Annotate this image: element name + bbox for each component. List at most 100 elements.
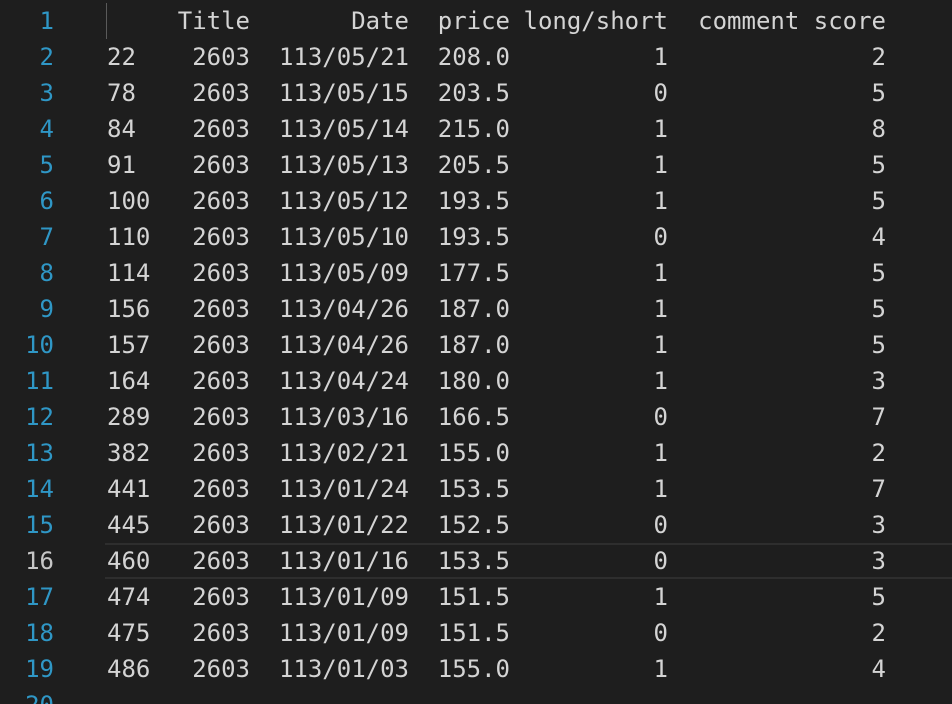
table-row[interactable]: 22 2603 113/05/21 208.0 1 2	[0, 39, 952, 75]
cell-title: 2603	[192, 619, 250, 647]
cell-date: 113/04/24	[278, 367, 409, 395]
cell-long-short: 1	[653, 475, 668, 503]
cell-index: 164	[107, 367, 151, 395]
cell-price: 205.5	[437, 151, 510, 179]
cell-index: 100	[107, 187, 151, 215]
cell-date: 113/01/09	[278, 619, 409, 647]
table-row[interactable]: 445 2603 113/01/22 152.5 0 3	[0, 507, 952, 543]
table-row[interactable]: 460 2603 113/01/16 153.5 0 3	[0, 543, 952, 579]
cell-price: 187.0	[437, 331, 510, 359]
cell-index: 84	[107, 115, 136, 143]
cell-comment-score: 7	[871, 403, 886, 431]
cell-long-short: 1	[653, 439, 668, 467]
cell-index: 441	[107, 475, 151, 503]
cell-price: 155.0	[437, 439, 510, 467]
cell-long-short: 1	[653, 331, 668, 359]
cell-comment-score: 5	[871, 583, 886, 611]
line-number: 20	[0, 687, 62, 704]
cell-title: 2603	[192, 583, 250, 611]
cell-price: 187.0	[437, 295, 510, 323]
cell-date: 113/04/26	[278, 331, 409, 359]
cell-title: 2603	[192, 79, 250, 107]
cell-long-short: 1	[653, 43, 668, 71]
cell-comment-score: 5	[871, 79, 886, 107]
cell-comment-score: 7	[871, 475, 886, 503]
cell-title: 2603	[192, 367, 250, 395]
header-long-short: long/short	[523, 7, 669, 35]
cell-date: 113/05/13	[278, 151, 409, 179]
header-title: Title	[177, 7, 250, 35]
table-row[interactable]: 91 2603 113/05/13 205.5 1 5	[0, 147, 952, 183]
cell-long-short: 1	[653, 187, 668, 215]
cell-long-short: 0	[653, 79, 668, 107]
cell-price: 166.5	[437, 403, 510, 431]
cell-title: 2603	[192, 475, 250, 503]
cell-date: 113/01/16	[278, 547, 409, 575]
cell-title: 2603	[192, 115, 250, 143]
editor-content[interactable]: Title Date price long/short comment scor…	[0, 3, 952, 687]
cell-index: 157	[107, 331, 151, 359]
cell-index: 474	[107, 583, 151, 611]
cell-long-short: 1	[653, 367, 668, 395]
header-row[interactable]: Title Date price long/short comment scor…	[0, 3, 952, 39]
cell-index: 91	[107, 151, 136, 179]
cell-title: 2603	[192, 403, 250, 431]
table-row[interactable]: 441 2603 113/01/24 153.5 1 7	[0, 471, 952, 507]
cell-index: 78	[107, 79, 136, 107]
table-row[interactable]: 78 2603 113/05/15 203.5 0 5	[0, 75, 952, 111]
cell-price: 153.5	[437, 475, 510, 503]
cell-date: 113/05/21	[278, 43, 409, 71]
cell-price: 151.5	[437, 619, 510, 647]
cell-price: 208.0	[437, 43, 510, 71]
cell-comment-score: 2	[871, 439, 886, 467]
table-row[interactable]: 475 2603 113/01/09 151.5 0 2	[0, 615, 952, 651]
cell-long-short: 1	[653, 151, 668, 179]
cell-title: 2603	[192, 151, 250, 179]
table-row[interactable]: 100 2603 113/05/12 193.5 1 5	[0, 183, 952, 219]
cell-title: 2603	[192, 259, 250, 287]
cell-comment-score: 2	[871, 619, 886, 647]
cell-date: 113/01/22	[278, 511, 409, 539]
cell-long-short: 1	[653, 115, 668, 143]
cell-price: 180.0	[437, 367, 510, 395]
cell-price: 203.5	[437, 79, 510, 107]
cell-date: 113/01/09	[278, 583, 409, 611]
cell-date: 113/02/21	[278, 439, 409, 467]
cell-price: 193.5	[437, 187, 510, 215]
cell-index: 486	[107, 655, 151, 683]
cell-comment-score: 3	[871, 511, 886, 539]
cell-long-short: 0	[653, 547, 668, 575]
cell-long-short: 1	[653, 259, 668, 287]
table-row[interactable]: 110 2603 113/05/10 193.5 0 4	[0, 219, 952, 255]
cell-comment-score: 3	[871, 547, 886, 575]
table-row[interactable]: 289 2603 113/03/16 166.5 0 7	[0, 399, 952, 435]
cell-title: 2603	[192, 187, 250, 215]
table-row[interactable]: 114 2603 113/05/09 177.5 1 5	[0, 255, 952, 291]
cell-long-short: 0	[653, 619, 668, 647]
header-price: price	[437, 7, 510, 35]
cell-price: 153.5	[437, 547, 510, 575]
cell-date: 113/03/16	[278, 403, 409, 431]
cell-date: 113/01/03	[278, 655, 409, 683]
cell-price: 155.0	[437, 655, 510, 683]
table-row[interactable]: 164 2603 113/04/24 180.0 1 3	[0, 363, 952, 399]
cell-date: 113/01/24	[278, 475, 409, 503]
cell-long-short: 1	[653, 583, 668, 611]
table-row[interactable]: 84 2603 113/05/14 215.0 1 8	[0, 111, 952, 147]
table-row[interactable]: 156 2603 113/04/26 187.0 1 5	[0, 291, 952, 327]
cell-price: 193.5	[437, 223, 510, 251]
cell-index: 460	[107, 547, 151, 575]
cell-long-short: 1	[653, 655, 668, 683]
cell-long-short: 0	[653, 511, 668, 539]
table-row[interactable]: 157 2603 113/04/26 187.0 1 5	[0, 327, 952, 363]
cell-long-short: 1	[653, 295, 668, 323]
cell-comment-score: 5	[871, 151, 886, 179]
table-row[interactable]: 486 2603 113/01/03 155.0 1 4	[0, 651, 952, 687]
table-row[interactable]: 382 2603 113/02/21 155.0 1 2	[0, 435, 952, 471]
text-editor[interactable]: 1234567891011121314151617181920 Title Da…	[0, 0, 952, 704]
cell-date: 113/04/26	[278, 295, 409, 323]
cell-index: 22	[107, 43, 136, 71]
table-row[interactable]: 474 2603 113/01/09 151.5 1 5	[0, 579, 952, 615]
cell-date: 113/05/14	[278, 115, 409, 143]
cell-title: 2603	[192, 43, 250, 71]
